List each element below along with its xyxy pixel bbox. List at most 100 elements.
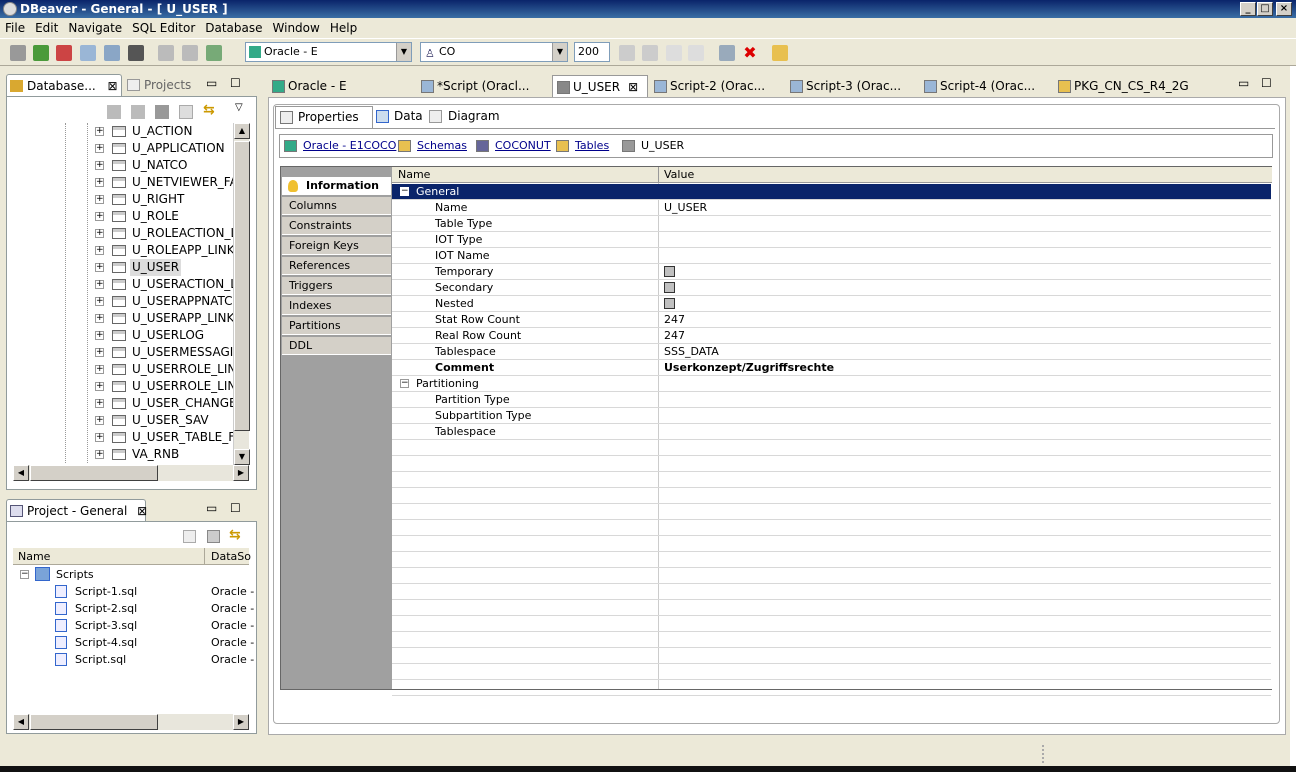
table-row[interactable]: + U_ROLEACTION_LIN (7, 225, 241, 242)
tree-vertical-scrollbar[interactable]: ▲ ▼ (233, 123, 250, 465)
link-editor-icon[interactable]: ⇆ (203, 102, 215, 118)
expand-toggle[interactable]: + (95, 229, 104, 238)
editor-tab[interactable]: Script-2 (Orac... (650, 75, 784, 97)
new-script-icon[interactable] (104, 45, 120, 61)
expand-toggle[interactable]: + (95, 365, 104, 374)
expand-toggle[interactable]: + (95, 399, 104, 408)
editor-tab[interactable]: U_USER ⊠ (552, 75, 648, 97)
schema-selector[interactable]: ♙ CO ▼ (420, 42, 568, 62)
editor-tab[interactable]: *Script (Oracl... (417, 75, 551, 97)
scroll-right-icon[interactable]: ▶ (233, 465, 249, 481)
editor-tab[interactable]: Script-4 (Orac... (920, 75, 1054, 97)
table-row[interactable]: + U_ACTION (7, 123, 241, 140)
redo-icon[interactable] (688, 45, 704, 61)
menu-navigate[interactable]: Navigate (63, 18, 127, 38)
script-row[interactable]: Script-1.sql Oracle - (13, 583, 254, 600)
close-icon[interactable]: ⊠ (108, 79, 118, 93)
minimize-view-icon[interactable]: ▭ (206, 501, 217, 515)
expand-toggle[interactable]: + (95, 161, 104, 170)
property-group[interactable]: − Partitioning (392, 376, 1271, 392)
property-row[interactable]: Subpartition Type (392, 408, 1271, 424)
menu-window[interactable]: Window (268, 18, 325, 38)
expand-toggle[interactable]: + (95, 348, 104, 357)
minimize-button[interactable]: _ (1240, 2, 1256, 16)
property-row[interactable]: Partition Type (392, 392, 1271, 408)
table-row[interactable]: + U_USERROLE_LINK (7, 361, 241, 378)
table-row[interactable]: + U_NETVIEWER_FAV (7, 174, 241, 191)
table-row[interactable]: + U_USER_CHANGES (7, 395, 241, 412)
column-header-name[interactable]: Name (18, 550, 50, 563)
expand-toggle[interactable]: + (95, 450, 104, 459)
menu-file[interactable]: File (0, 18, 30, 38)
scroll-down-icon[interactable]: ▼ (234, 449, 250, 465)
column-header-name[interactable]: Name (398, 168, 430, 181)
nav-item-information[interactable]: Information (282, 176, 391, 195)
script-row[interactable]: Script.sql Oracle - (13, 651, 254, 668)
new-connection-icon[interactable] (56, 45, 72, 61)
expand-toggle[interactable]: + (95, 144, 104, 153)
table-row[interactable]: + U_USERLOG (7, 327, 241, 344)
expand-toggle[interactable]: + (95, 263, 104, 272)
cancel-edit-icon[interactable] (642, 45, 658, 61)
subtab-properties[interactable]: Properties (275, 106, 373, 128)
tree-horizontal-scrollbar[interactable]: ◀ ▶ (13, 465, 249, 481)
breadcrumb-item[interactable]: Tables (575, 139, 609, 152)
checkbox[interactable] (664, 298, 675, 309)
scroll-thumb[interactable] (234, 141, 250, 431)
expand-toggle[interactable]: + (95, 280, 104, 289)
nav-item-columns[interactable]: Columns (282, 196, 391, 215)
breadcrumb-item[interactable]: COCONUT (495, 139, 551, 152)
expand-toggle[interactable]: + (95, 433, 104, 442)
table-row[interactable]: + U_ROLEAPP_LINK (7, 242, 241, 259)
table-row[interactable]: + U_RIGHT (7, 191, 241, 208)
editor-tab[interactable]: Oracle - E (268, 75, 416, 97)
close-button[interactable]: × (1276, 2, 1292, 16)
property-row[interactable]: Table Type (392, 216, 1271, 232)
editor-tab[interactable]: PKG_CN_CS_R4_2G (1054, 75, 1194, 97)
transaction-icon[interactable] (128, 45, 144, 61)
scroll-up-icon[interactable]: ▲ (234, 123, 250, 139)
nav-item-foreign-keys[interactable]: Foreign Keys (282, 236, 391, 255)
editor-tab[interactable]: Script-3 (Orac... (786, 75, 920, 97)
sql-editor-icon[interactable] (80, 45, 96, 61)
chevron-down-icon[interactable]: ▼ (396, 43, 411, 61)
script-row[interactable]: Script-3.sql Oracle - (13, 617, 254, 634)
property-row[interactable]: Temporary (392, 264, 1271, 280)
delete-icon[interactable]: ✖ (742, 45, 758, 61)
refresh-icon[interactable] (33, 45, 49, 61)
nav-item-triggers[interactable]: Triggers (282, 276, 391, 295)
table-row[interactable]: + U_ROLE (7, 208, 241, 225)
property-group[interactable]: − General (392, 184, 1271, 200)
expand-toggle[interactable]: + (95, 297, 104, 306)
format-icon[interactable] (772, 45, 788, 61)
close-icon[interactable]: ⊠ (628, 80, 638, 94)
execute-icon[interactable] (206, 45, 222, 61)
property-row[interactable]: Real Row Count 247 (392, 328, 1271, 344)
breadcrumb-item[interactable]: Oracle - E1COCO (303, 139, 396, 152)
disconnect-icon[interactable] (10, 45, 26, 61)
link-editor-icon[interactable]: ⇆ (229, 527, 241, 543)
table-row[interactable]: + U_USERMESSAGIN (7, 344, 241, 361)
menu-database[interactable]: Database (200, 18, 267, 38)
collapse-all-icon[interactable] (183, 530, 196, 543)
nav-item-ddl[interactable]: DDL (282, 336, 391, 355)
tab-projects[interactable]: Projects (124, 74, 204, 96)
collapse-toggle[interactable]: − (20, 570, 29, 579)
scroll-left-icon[interactable]: ◀ (13, 465, 29, 481)
script-row[interactable]: Script-2.sql Oracle - (13, 600, 254, 617)
nav-item-references[interactable]: References (282, 256, 391, 275)
scroll-left-icon[interactable]: ◀ (13, 714, 29, 730)
menu-sql-editor[interactable]: SQL Editor (127, 18, 200, 38)
result-limit-input[interactable]: 200 (574, 42, 610, 62)
expand-toggle[interactable]: + (95, 195, 104, 204)
nav-item-constraints[interactable]: Constraints (282, 216, 391, 235)
tab-project-general[interactable]: Project - General ⊠ (6, 499, 147, 521)
tab-database-navigator[interactable]: Database... ⊠ (6, 74, 122, 96)
maximize-view-icon[interactable]: ☐ (230, 76, 241, 90)
expand-icon[interactable] (207, 530, 220, 543)
expand-toggle[interactable]: + (95, 178, 104, 187)
maximize-button[interactable]: □ (1257, 2, 1273, 16)
save-icon[interactable] (619, 45, 635, 61)
nav-item-indexes[interactable]: Indexes (282, 296, 391, 315)
scroll-right-icon[interactable]: ▶ (233, 714, 249, 730)
